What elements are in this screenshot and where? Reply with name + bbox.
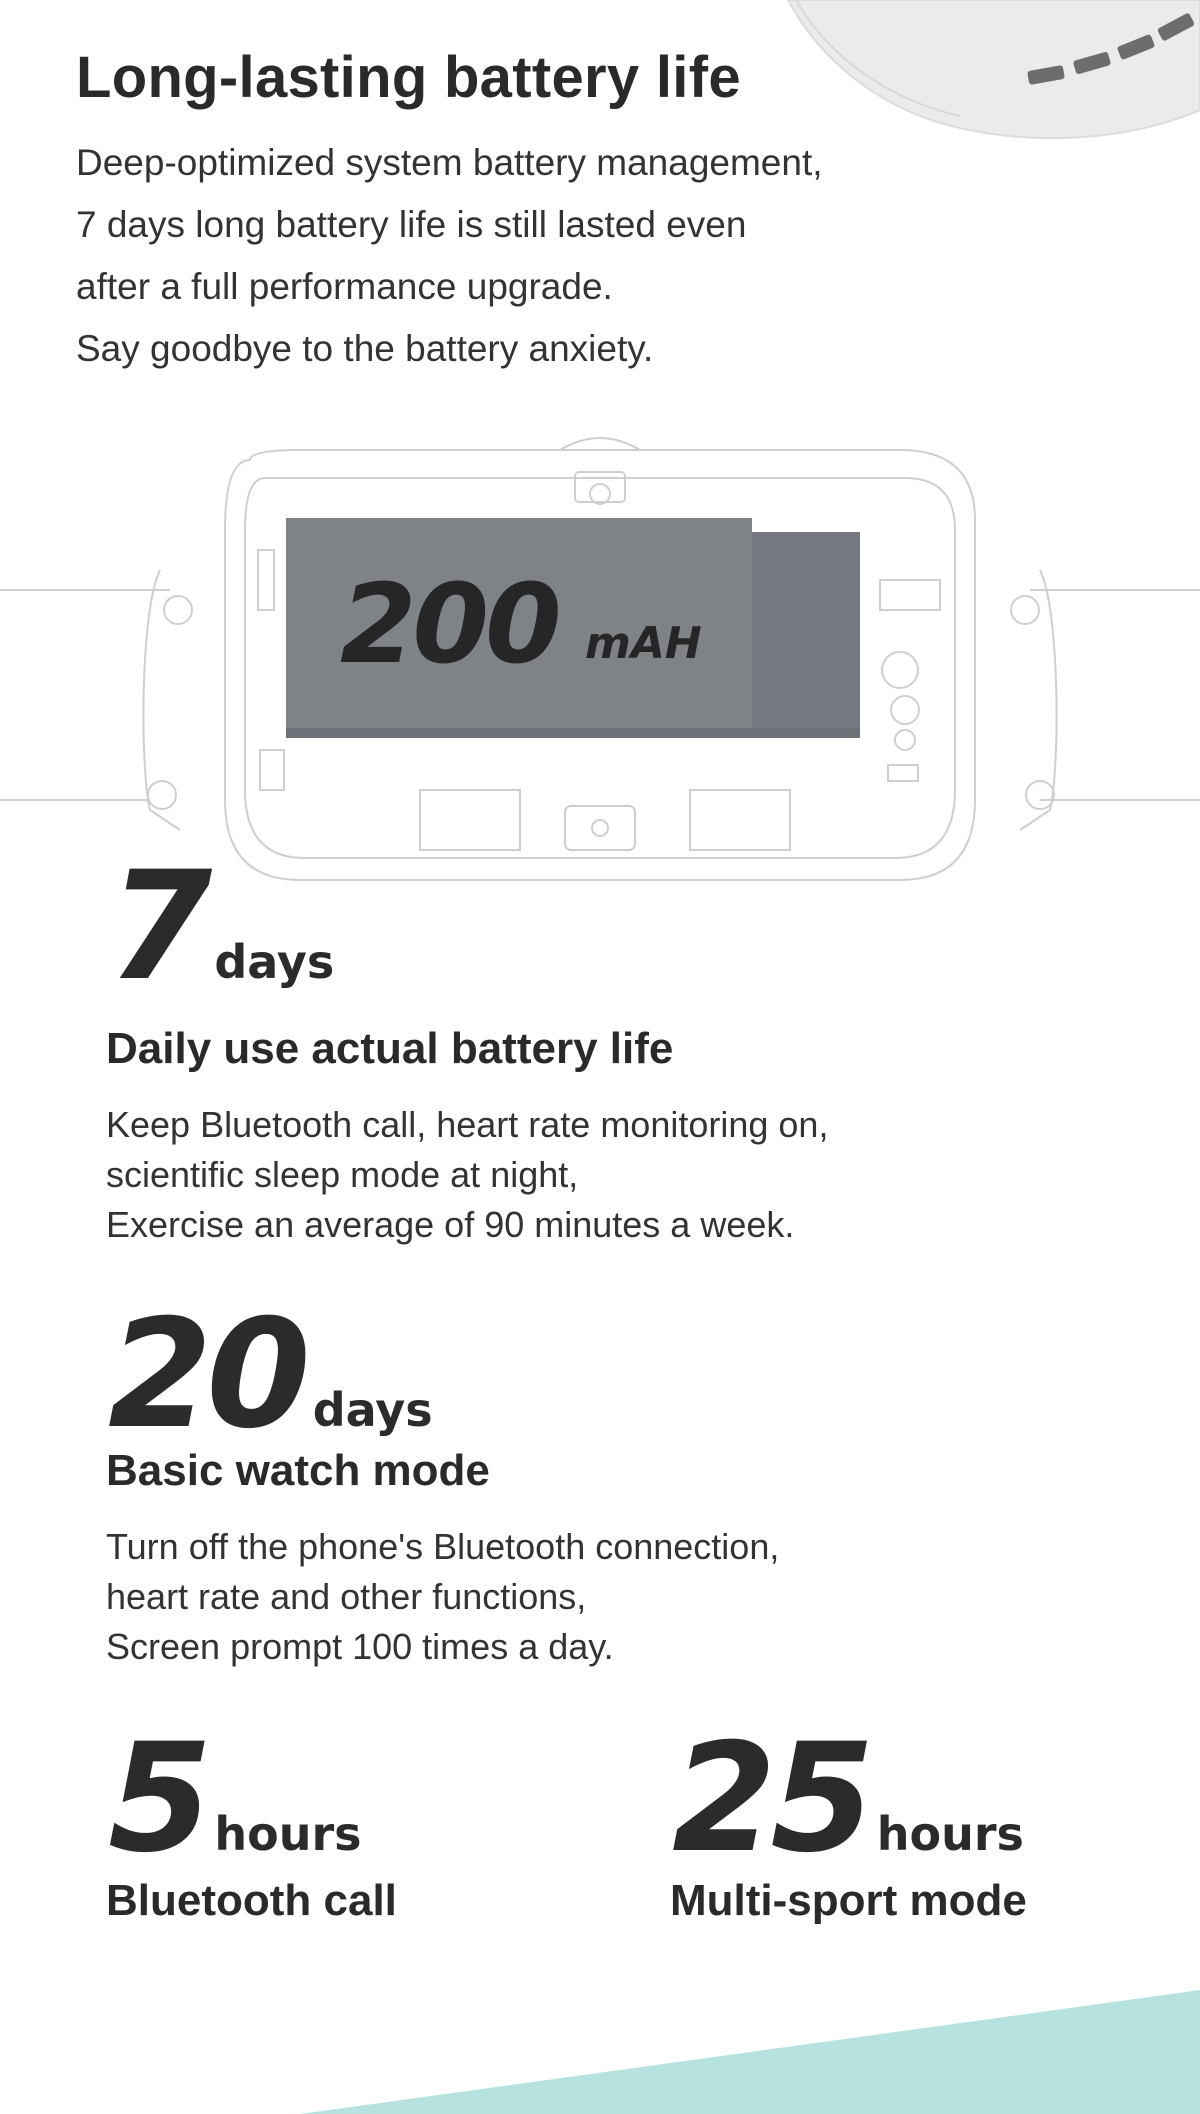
stat-daily-use: 7 days Daily use actual battery life Keep…: [106, 852, 828, 1245]
stat-value-row: 5 hours: [108, 1724, 362, 1874]
desc-line: Keep Bluetooth call, heart rate monitori…: [106, 1104, 829, 1145]
intro-text: Deep-optimized system battery management…: [76, 132, 976, 380]
stat-value: 20: [108, 1288, 311, 1462]
stat-value: 7: [108, 840, 212, 1014]
stat-unit: days: [214, 935, 335, 989]
desc-line: Screen prompt 100 times a day.: [106, 1626, 614, 1667]
desc-line: heart rate and other functions,: [106, 1576, 587, 1617]
stat-value: 25: [672, 1712, 875, 1886]
stat-unit: hours: [214, 1807, 362, 1861]
desc-line: scientific sleep mode at night,: [106, 1154, 579, 1195]
stat-value-row: 25 hours: [672, 1724, 1024, 1874]
desc-line: Turn off the phone's Bluetooth connectio…: [106, 1526, 780, 1567]
stat-unit: days: [312, 1383, 433, 1437]
stat-bluetooth-call: 5 hours Bluetooth call: [106, 1724, 397, 1925]
watch-battery-illustration: 200 mAH: [0, 437, 1200, 881]
stat-basic-watch: 20 days Basic watch mode Turn off the pho…: [106, 1300, 779, 1667]
intro-line: after a full performance upgrade.: [76, 266, 613, 307]
stat-description: Keep Bluetooth call, heart rate monitori…: [106, 1100, 1006, 1250]
page-title: Long-lasting battery life: [76, 45, 741, 110]
battery-capacity: 200: [340, 560, 558, 688]
intro-line: Say goodbye to the battery anxiety.: [76, 328, 654, 369]
stat-multi-sport: 25 hours Multi-sport mode: [670, 1724, 1027, 1925]
stat-value: 5: [108, 1712, 212, 1886]
stat-title: Bluetooth call: [106, 1876, 397, 1925]
teal-accent-shape: [300, 1990, 1200, 2114]
stat-title: Basic watch mode: [106, 1446, 490, 1495]
desc-line: Exercise an average of 90 minutes a week…: [106, 1204, 795, 1245]
stat-title: Multi-sport mode: [670, 1876, 1027, 1925]
stat-value-row: 20 days: [108, 1300, 433, 1450]
stat-description: Turn off the phone's Bluetooth connectio…: [106, 1522, 1006, 1672]
battery-unit: mAH: [585, 618, 702, 669]
intro-line: Deep-optimized system battery management…: [76, 142, 823, 183]
stat-value-row: 7 days: [108, 852, 334, 1002]
stat-title: Daily use actual battery life: [106, 1024, 674, 1073]
intro-line: 7 days long battery life is still lasted…: [76, 204, 747, 245]
stat-unit: hours: [876, 1807, 1024, 1861]
